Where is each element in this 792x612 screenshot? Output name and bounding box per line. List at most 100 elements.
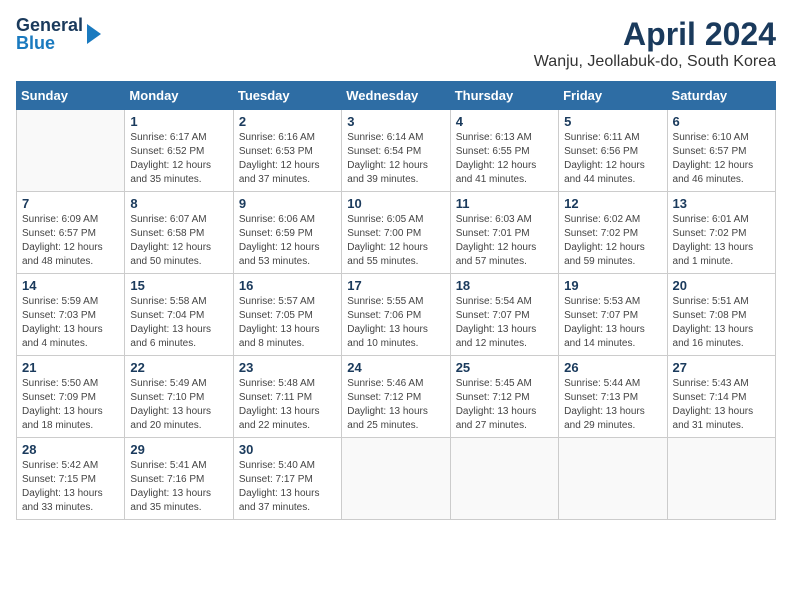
page-header: General Blue April 2024 Wanju, Jeollabuk… <box>16 16 776 71</box>
day-number: 14 <box>22 278 119 293</box>
calendar-cell: 5 Sunrise: 6:11 AM Sunset: 6:56 PM Daylig… <box>559 110 667 192</box>
calendar-cell: 1 Sunrise: 6:17 AM Sunset: 6:52 PM Daylig… <box>125 110 233 192</box>
day-number: 19 <box>564 278 661 293</box>
calendar-week-row: 28 Sunrise: 5:42 AM Sunset: 7:15 PM Dayli… <box>17 438 776 520</box>
logo-general: General <box>16 16 83 34</box>
day-info: Sunrise: 6:06 AM Sunset: 6:59 PM Dayligh… <box>239 213 336 269</box>
day-number: 23 <box>239 360 336 375</box>
day-info: Sunrise: 6:05 AM Sunset: 7:00 PM Dayligh… <box>347 213 444 269</box>
day-number: 18 <box>456 278 553 293</box>
day-info: Sunrise: 5:53 AM Sunset: 7:07 PM Dayligh… <box>564 295 661 351</box>
calendar-header-row: SundayMondayTuesdayWednesdayThursdayFrid… <box>17 82 776 110</box>
day-number: 27 <box>673 360 770 375</box>
calendar-cell <box>17 110 125 192</box>
day-info: Sunrise: 6:17 AM Sunset: 6:52 PM Dayligh… <box>130 131 227 187</box>
calendar-cell: 6Sunrise: 6:10 AM Sunset: 6:57 PM Daylig… <box>667 110 775 192</box>
day-info: Sunrise: 5:41 AM Sunset: 7:16 PM Dayligh… <box>130 459 227 515</box>
day-number: 10 <box>347 196 444 211</box>
day-number: 4 <box>456 114 553 129</box>
calendar-cell: 2 Sunrise: 6:16 AM Sunset: 6:53 PM Daylig… <box>233 110 341 192</box>
day-info: Sunrise: 5:42 AM Sunset: 7:15 PM Dayligh… <box>22 459 119 515</box>
day-info: Sunrise: 6:13 AM Sunset: 6:55 PM Dayligh… <box>456 131 553 187</box>
calendar-cell <box>667 438 775 520</box>
calendar-cell: 17 Sunrise: 5:55 AM Sunset: 7:06 PM Dayli… <box>342 274 450 356</box>
calendar-cell: 11Sunrise: 6:03 AM Sunset: 7:01 PM Dayli… <box>450 192 558 274</box>
calendar-cell: 8 Sunrise: 6:07 AM Sunset: 6:58 PM Daylig… <box>125 192 233 274</box>
day-info: Sunrise: 5:49 AM Sunset: 7:10 PM Dayligh… <box>130 377 227 433</box>
day-info: Sunrise: 5:55 AM Sunset: 7:06 PM Dayligh… <box>347 295 444 351</box>
day-of-week-header: Friday <box>559 82 667 110</box>
day-number: 13 <box>673 196 770 211</box>
calendar-week-row: 14Sunrise: 5:59 AM Sunset: 7:03 PM Dayli… <box>17 274 776 356</box>
calendar-cell: 10 Sunrise: 6:05 AM Sunset: 7:00 PM Dayli… <box>342 192 450 274</box>
calendar-cell: 29 Sunrise: 5:41 AM Sunset: 7:16 PM Dayli… <box>125 438 233 520</box>
calendar-cell: 28 Sunrise: 5:42 AM Sunset: 7:15 PM Dayli… <box>17 438 125 520</box>
day-of-week-header: Saturday <box>667 82 775 110</box>
day-number: 25 <box>456 360 553 375</box>
day-info: Sunrise: 5:51 AM Sunset: 7:08 PM Dayligh… <box>673 295 770 351</box>
calendar-cell <box>559 438 667 520</box>
calendar-cell: 13 Sunrise: 6:01 AM Sunset: 7:02 PM Dayli… <box>667 192 775 274</box>
day-info: Sunrise: 6:01 AM Sunset: 7:02 PM Dayligh… <box>673 213 770 269</box>
calendar-week-row: 21Sunrise: 5:50 AM Sunset: 7:09 PM Dayli… <box>17 356 776 438</box>
day-number: 24 <box>347 360 444 375</box>
day-info: Sunrise: 6:02 AM Sunset: 7:02 PM Dayligh… <box>564 213 661 269</box>
day-info: Sunrise: 6:09 AM Sunset: 6:57 PM Dayligh… <box>22 213 119 269</box>
day-of-week-header: Thursday <box>450 82 558 110</box>
day-info: Sunrise: 6:16 AM Sunset: 6:53 PM Dayligh… <box>239 131 336 187</box>
day-info: Sunrise: 5:45 AM Sunset: 7:12 PM Dayligh… <box>456 377 553 433</box>
calendar-cell: 25 Sunrise: 5:45 AM Sunset: 7:12 PM Dayli… <box>450 356 558 438</box>
day-info: Sunrise: 5:54 AM Sunset: 7:07 PM Dayligh… <box>456 295 553 351</box>
calendar-cell: 22 Sunrise: 5:49 AM Sunset: 7:10 PM Dayli… <box>125 356 233 438</box>
main-title: April 2024 <box>534 16 776 53</box>
calendar-cell: 12 Sunrise: 6:02 AM Sunset: 7:02 PM Dayli… <box>559 192 667 274</box>
day-info: Sunrise: 6:03 AM Sunset: 7:01 PM Dayligh… <box>456 213 553 269</box>
day-number: 2 <box>239 114 336 129</box>
calendar-cell <box>342 438 450 520</box>
day-of-week-header: Wednesday <box>342 82 450 110</box>
day-number: 20 <box>673 278 770 293</box>
calendar-cell: 21Sunrise: 5:50 AM Sunset: 7:09 PM Dayli… <box>17 356 125 438</box>
calendar-cell: 9 Sunrise: 6:06 AM Sunset: 6:59 PM Daylig… <box>233 192 341 274</box>
day-number: 3 <box>347 114 444 129</box>
calendar-cell: 26 Sunrise: 5:44 AM Sunset: 7:13 PM Dayli… <box>559 356 667 438</box>
day-info: Sunrise: 6:07 AM Sunset: 6:58 PM Dayligh… <box>130 213 227 269</box>
day-info: Sunrise: 5:40 AM Sunset: 7:17 PM Dayligh… <box>239 459 336 515</box>
calendar-cell: 27 Sunrise: 5:43 AM Sunset: 7:14 PM Dayli… <box>667 356 775 438</box>
calendar-week-row: 7Sunrise: 6:09 AM Sunset: 6:57 PM Daylig… <box>17 192 776 274</box>
title-area: April 2024 Wanju, Jeollabuk-do, South Ko… <box>534 16 776 71</box>
logo: General Blue <box>16 16 101 52</box>
day-number: 1 <box>130 114 227 129</box>
calendar-cell: 18 Sunrise: 5:54 AM Sunset: 7:07 PM Dayli… <box>450 274 558 356</box>
day-number: 5 <box>564 114 661 129</box>
calendar-cell: 19 Sunrise: 5:53 AM Sunset: 7:07 PM Dayli… <box>559 274 667 356</box>
day-number: 17 <box>347 278 444 293</box>
day-info: Sunrise: 5:44 AM Sunset: 7:13 PM Dayligh… <box>564 377 661 433</box>
calendar-cell: 7Sunrise: 6:09 AM Sunset: 6:57 PM Daylig… <box>17 192 125 274</box>
day-number: 28 <box>22 442 119 457</box>
day-info: Sunrise: 5:57 AM Sunset: 7:05 PM Dayligh… <box>239 295 336 351</box>
calendar-cell: 24 Sunrise: 5:46 AM Sunset: 7:12 PM Dayli… <box>342 356 450 438</box>
calendar-cell: 20 Sunrise: 5:51 AM Sunset: 7:08 PM Dayli… <box>667 274 775 356</box>
calendar-week-row: 1 Sunrise: 6:17 AM Sunset: 6:52 PM Daylig… <box>17 110 776 192</box>
day-number: 21 <box>22 360 119 375</box>
calendar-cell: 30Sunrise: 5:40 AM Sunset: 7:17 PM Dayli… <box>233 438 341 520</box>
day-number: 6 <box>673 114 770 129</box>
day-info: Sunrise: 5:46 AM Sunset: 7:12 PM Dayligh… <box>347 377 444 433</box>
day-number: 22 <box>130 360 227 375</box>
day-info: Sunrise: 6:11 AM Sunset: 6:56 PM Dayligh… <box>564 131 661 187</box>
calendar-cell: 4 Sunrise: 6:13 AM Sunset: 6:55 PM Daylig… <box>450 110 558 192</box>
day-info: Sunrise: 5:48 AM Sunset: 7:11 PM Dayligh… <box>239 377 336 433</box>
calendar-cell <box>450 438 558 520</box>
day-number: 26 <box>564 360 661 375</box>
day-number: 29 <box>130 442 227 457</box>
calendar-table: SundayMondayTuesdayWednesdayThursdayFrid… <box>16 81 776 520</box>
logo-blue: Blue <box>16 34 83 52</box>
calendar-cell: 14Sunrise: 5:59 AM Sunset: 7:03 PM Dayli… <box>17 274 125 356</box>
day-number: 8 <box>130 196 227 211</box>
day-info: Sunrise: 5:58 AM Sunset: 7:04 PM Dayligh… <box>130 295 227 351</box>
day-number: 16 <box>239 278 336 293</box>
day-info: Sunrise: 5:43 AM Sunset: 7:14 PM Dayligh… <box>673 377 770 433</box>
day-number: 12 <box>564 196 661 211</box>
day-number: 9 <box>239 196 336 211</box>
